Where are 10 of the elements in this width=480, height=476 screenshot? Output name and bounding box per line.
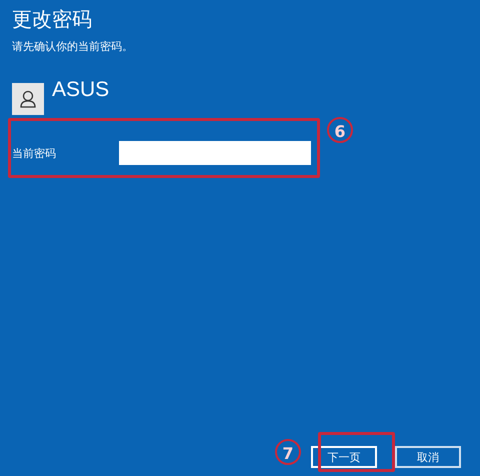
field-label: 当前密码 [12,146,57,160]
cancel-button[interactable]: 取消 [395,446,461,468]
page-title: 更改密码 [12,6,93,32]
step-number: 6 [327,117,353,143]
account-name: ASUS [52,78,110,102]
user-avatar-icon [12,83,44,115]
next-button[interactable]: 下一页 [311,446,377,468]
password-field[interactable] [119,141,311,165]
step-number: 7 [275,439,301,465]
instruction-text: 请先确认你的当前密码。 [12,40,134,54]
